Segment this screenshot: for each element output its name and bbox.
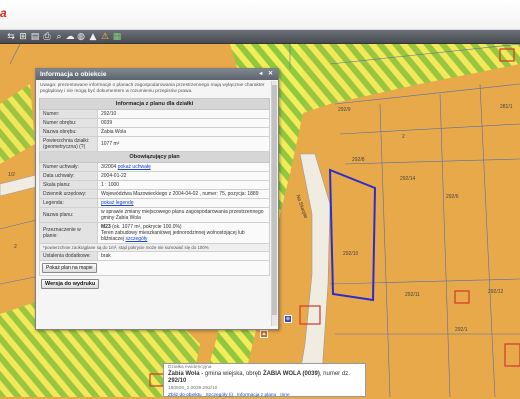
table-row: Nazwa planu: w sprawie zmiany miejscoweg… — [39, 207, 270, 223]
show-legend-link[interactable]: pokaż legendę — [101, 200, 134, 206]
plan-info-link[interactable]: Informacja z planu — [237, 393, 276, 398]
pan-icon[interactable]: ⊞ — [18, 32, 28, 42]
number-prefix: , numer dz. — [319, 371, 350, 377]
table-row: Dziennik urzędowy: Województwa Mazowieck… — [39, 189, 270, 199]
warning-icon[interactable]: ⚠ — [100, 32, 110, 42]
popup-links: Zbliż do obiektu Szczegóły (i) Informacj… — [164, 392, 365, 399]
table-row: Legenda: pokaż legendę — [39, 198, 270, 208]
row-key: Data uchwały: — [39, 171, 98, 181]
map-icon[interactable]: ▤ — [30, 32, 40, 42]
row-value: Województwa Mazowieckiego z 2004-04-02 ,… — [97, 189, 270, 199]
row-value: M23 (ok. 1077 m², pokrycie 100.0%) Teren… — [97, 222, 270, 244]
plan-number: 3/2004 — [101, 164, 117, 170]
row-key: Ustalenia dodatkowe: — [39, 251, 98, 261]
popup-parcel-name: Żabia Wola - gmina wiejska, obręb ŻABIA … — [164, 371, 365, 385]
row-value: w sprawie zmiany miejscowego planu zagos… — [97, 207, 270, 223]
table-row: Numer uchwały: 3/2004 pokaż uchwałę — [39, 162, 270, 172]
grid-icon[interactable]: ▦ — [112, 32, 122, 42]
parcel-label: 292/12 — [488, 289, 504, 295]
show-resolution-link[interactable]: pokaż uchwałę — [118, 164, 151, 170]
parcel-label: 292/1 — [455, 327, 468, 333]
row-key: Numer: — [39, 109, 98, 119]
info-window-titlebar[interactable]: Informacja o obiekcie ◂ ✕ — [36, 69, 278, 80]
show-plan-on-map-button[interactable]: Pokaż plan na mapie — [42, 263, 97, 273]
close-icon[interactable]: ✕ — [268, 71, 275, 77]
row-key: Dziennik urzędowy: — [39, 189, 98, 199]
table-row: Ustalenia dodatkowe: brak — [39, 251, 270, 261]
municipality-rest: - gmina wiejska, obręb — [199, 371, 263, 377]
section-plan-header: Obowiązujący plan — [39, 151, 270, 163]
info-window: Informacja o obiekcie ◂ ✕ Uwaga: prezent… — [35, 68, 279, 330]
zoning-description: Teren zabudowy mieszkaniowej jednorodzin… — [101, 230, 245, 242]
print-version-button[interactable]: Wersja do wydruku — [41, 279, 100, 289]
parcel-label: 1/2 — [8, 172, 15, 178]
disclaimer-notice: Uwaga: prezentowane informacje o planach… — [40, 83, 265, 94]
row-value: Żabia Wola — [97, 127, 270, 137]
measure-icon[interactable]: ▲ — [88, 32, 98, 42]
row-value: 1077 m² — [97, 136, 270, 152]
parcel-label: 2 — [14, 244, 17, 250]
layers-icon[interactable]: ⇆ — [6, 32, 16, 42]
parcel-number: 292/10 — [168, 378, 187, 384]
print-row: Wersja do wydruku — [39, 276, 270, 289]
app-header: a — [0, 0, 520, 30]
obreb-name: ŻABIA WOLA (0039) — [262, 371, 320, 377]
parcel-label: 292/6 — [446, 194, 459, 200]
row-key: Skala planu: — [39, 180, 98, 190]
row-value: brak — [97, 251, 270, 261]
parcel-popup: Działka ewidencyjna Żabia Wola - gmina w… — [163, 363, 366, 399]
zoom-icon[interactable]: ⌕ — [54, 32, 64, 42]
table-row: Powierzchnia działki: (geometryczna) (?)… — [39, 136, 270, 152]
zoning-details-link[interactable]: szczegóły — [125, 236, 147, 242]
map-toolbar: ⇆ ⊞ ▤ ⎙ ⌕ ☁ ◍ ▲ ⚠ ▦ — [0, 30, 520, 44]
parcel-label: 292/10 — [343, 251, 359, 257]
globe-icon[interactable]: ◍ — [76, 32, 86, 42]
row-value: 292/10 — [97, 109, 270, 119]
minimize-icon[interactable]: ◂ — [259, 71, 264, 77]
row-key: Legenda: — [39, 198, 98, 208]
row-key: Przeznaczenie w planie: — [39, 222, 98, 244]
row-key: Nazwa obrębu: — [39, 127, 98, 137]
municipality-name: Żabia Wola — [168, 371, 200, 377]
table-row: Data uchwały: 2004-01-22 — [39, 171, 270, 181]
section-parcel-header: Informacja z planu dla działki — [39, 98, 270, 110]
location-marker-icon[interactable]: ⊕ — [284, 315, 292, 323]
info-window-title: Informacja o obiekcie — [40, 71, 107, 78]
row-value: 3/2004 pokaż uchwałę — [97, 162, 270, 172]
zoom-to-object-link[interactable]: Zbliż do obiektu — [168, 393, 202, 398]
popup-header: Działka ewidencyjna — [168, 365, 212, 370]
table-row: Numer: 292/10 — [39, 109, 270, 119]
row-key: Numer uchwały: — [39, 162, 98, 172]
info-window-body: Uwaga: prezentowane informacje o planach… — [39, 81, 270, 326]
row-value: 2004-01-22 — [97, 171, 270, 181]
app-logo: a — [0, 6, 7, 20]
button-row: Pokaż plan na mapie — [39, 261, 270, 276]
other-link[interactable]: Inne — [280, 393, 289, 398]
parcel-label: 292/14 — [400, 176, 416, 182]
parcel-label: 281/1 — [500, 104, 513, 110]
info-window-scrollbar[interactable] — [271, 81, 277, 326]
footnote: *powierzchnie zaokrąglane są do 1m², stą… — [39, 243, 270, 252]
parcel-label: 292/8 — [352, 157, 365, 163]
table-row: Nazwa obrębu: Żabia Wola — [39, 127, 270, 137]
print-icon[interactable]: ⎙ — [42, 32, 52, 42]
table-row: Skala planu: 1 : 1000 — [39, 180, 270, 190]
parcel-label: 292/9 — [338, 107, 351, 113]
details-link[interactable]: Szczegóły (i) — [206, 393, 233, 398]
pin-icon[interactable]: ▲ — [260, 330, 268, 338]
parcel-info-table: Informacja z planu dla działki Numer: 29… — [39, 98, 270, 261]
popup-parcel-id: 180506_2.0039.292/10 — [168, 386, 218, 391]
row-value: 1 : 1000 — [97, 180, 270, 190]
parcel-label: 2 — [402, 134, 405, 140]
row-value: pokaż legendę — [97, 198, 270, 208]
table-row: Numer obrębu: 0039 — [39, 118, 270, 128]
row-value: 0039 — [97, 118, 270, 128]
table-row: Przeznaczenie w planie: M23 (ok. 1077 m²… — [39, 222, 270, 244]
row-key: Powierzchnia działki: (geometryczna) (?) — [39, 136, 98, 152]
row-key: Numer obrębu: — [39, 118, 98, 128]
scrollbar-thumb[interactable] — [272, 85, 277, 315]
cloud-icon[interactable]: ☁ — [65, 32, 75, 42]
row-key: Nazwa planu: — [39, 207, 98, 223]
parcel-label: 292/11 — [405, 292, 420, 298]
